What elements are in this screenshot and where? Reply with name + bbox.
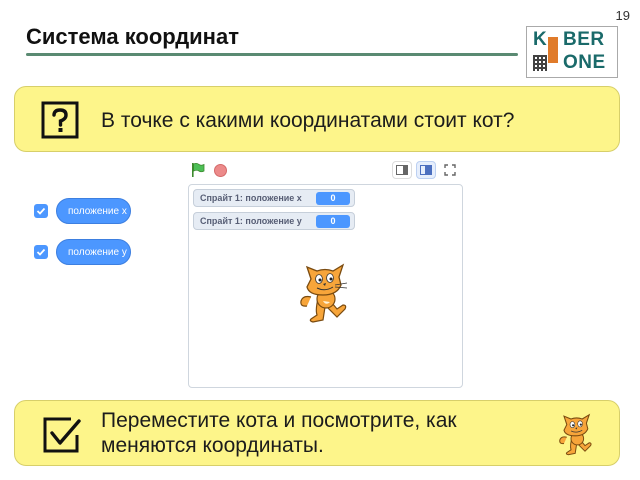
scratch-cat-icon [557, 407, 599, 457]
checkbox-x[interactable] [34, 204, 48, 218]
logo-digit-mark [548, 37, 558, 63]
instruction-text: Переместите кота и посмотрите, как меняю… [101, 408, 541, 458]
reporter-position-x[interactable]: положение x [56, 198, 131, 224]
monitor-value: 0 [316, 214, 350, 228]
logo-text-ber: BER [563, 29, 605, 50]
instruction-line-1: Переместите кота и посмотрите, как [101, 409, 457, 432]
question-mark-icon [41, 101, 79, 139]
reporter-position-y[interactable]: положение y [56, 239, 131, 265]
logo-letter-k: K [533, 29, 548, 50]
question-text: В точке с какими координатами стоит кот? [101, 109, 515, 132]
stage-controls [190, 162, 227, 178]
monitor-value: 0 [316, 191, 350, 205]
stage-view-buttons [392, 161, 460, 179]
cat-sprite[interactable] [297, 259, 357, 323]
checkbox-y[interactable] [34, 245, 48, 259]
qr-icon [533, 55, 547, 71]
variable-monitor-y: Спрайт 1: положение y 0 [193, 212, 355, 230]
fullscreen-icon[interactable] [440, 161, 460, 179]
checkbox-checked-icon [41, 415, 81, 453]
instruction-line-2: меняются координаты. [101, 434, 324, 457]
normal-stage-icon[interactable] [416, 161, 436, 179]
kiberone-logo: K BER ONE [526, 26, 618, 78]
green-flag-icon[interactable] [190, 162, 206, 178]
variable-monitor-x: Спрайт 1: положение x 0 [193, 189, 355, 207]
monitor-label: Спрайт 1: положение y [200, 216, 302, 226]
stop-icon[interactable] [214, 163, 227, 177]
block-row: положение y [34, 239, 131, 265]
title-underline [26, 53, 518, 56]
page-title: Система координат [26, 24, 239, 49]
scratch-stage[interactable]: Спрайт 1: положение x 0 Спрайт 1: положе… [188, 184, 463, 388]
logo-text-one: ONE [563, 52, 606, 73]
instruction-banner: Переместите кота и посмотрите, как меняю… [14, 400, 620, 466]
monitor-label: Спрайт 1: положение x [200, 193, 302, 203]
reporter-blocks: положение x положение y [34, 198, 131, 280]
question-banner: В точке с какими координатами стоит кот? [14, 86, 620, 152]
block-row: положение x [34, 198, 131, 224]
slide-number: 19 [615, 8, 630, 23]
small-stage-icon[interactable] [392, 161, 412, 179]
